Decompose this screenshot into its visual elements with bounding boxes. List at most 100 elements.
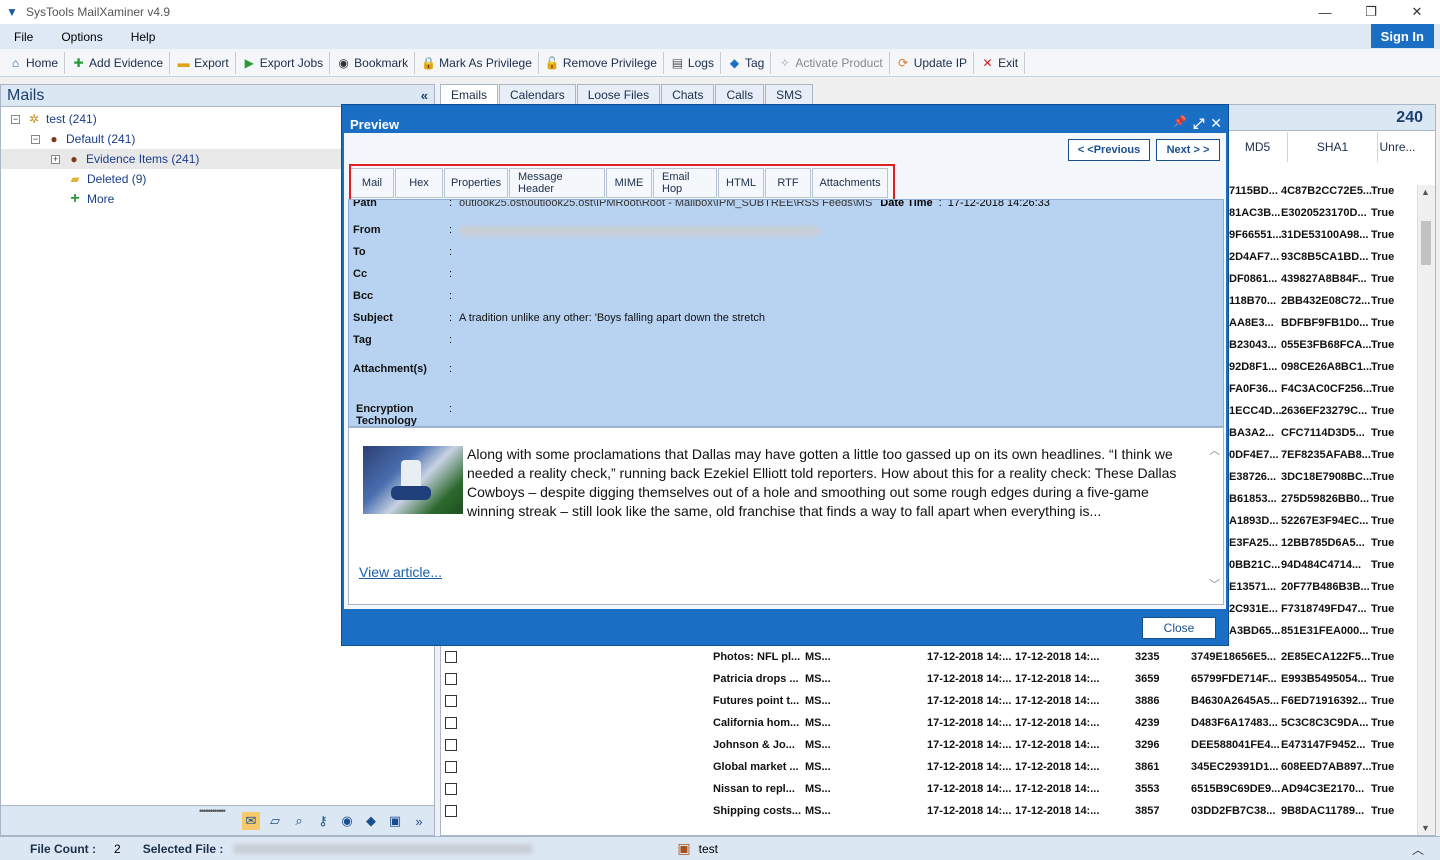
grid-scrollbar[interactable]: ▲ ▼ (1417, 185, 1435, 835)
tab-loose-files[interactable]: Loose Files (576, 84, 661, 104)
chevron-down-icon[interactable]: ﹀ (1209, 576, 1220, 592)
home-button[interactable]: ⌂ Home (2, 51, 66, 74)
next-button[interactable]: Next > > (1156, 139, 1220, 161)
update-ip-button[interactable]: ⟳ Update IP (890, 51, 975, 74)
scroll-thumb[interactable] (1421, 221, 1431, 265)
row-checkbox[interactable] (445, 739, 457, 751)
table-cell-sha1: E473147F9452... (1281, 739, 1366, 751)
table-cell-sha1: E993B5495054... (1281, 673, 1367, 685)
mail-view-icon[interactable]: ✉ (242, 812, 260, 830)
scroll-down-icon[interactable]: ▼ (1421, 823, 1430, 833)
tree-item-deleted[interactable]: ▰ Deleted (9) (67, 169, 146, 189)
expand-icon[interactable]: ⤢ (1193, 115, 1204, 132)
date-time-label: Date Time (880, 199, 933, 209)
column-header-unread[interactable]: Unre... (1377, 132, 1417, 162)
add-evidence-button[interactable]: ✚ Add Evidence (65, 51, 171, 74)
table-cell: True (1371, 251, 1395, 263)
table-cell-unread: True (1371, 783, 1395, 795)
bookmark-button[interactable]: ◉ Bookmark (330, 51, 416, 74)
key-view-icon[interactable]: ⚷ (314, 812, 332, 830)
table-cell: True (1371, 383, 1395, 395)
field-bcc: Bcc : (353, 290, 453, 302)
lock-icon: 🔒 (421, 55, 437, 70)
table-cell: 275D59826BB0... (1281, 493, 1370, 505)
table-row[interactable]: Patricia drops ... MS... 17-12-2018 14:...… (441, 669, 1417, 691)
more-options-icon[interactable]: » (410, 812, 428, 830)
scroll-up-icon[interactable]: ▲ (1421, 187, 1430, 197)
previous-button[interactable]: < <Previous (1068, 139, 1150, 161)
search-icon[interactable]: ⌕ (290, 812, 308, 830)
table-row[interactable]: Johnson & Jo... MS... 17-12-2018 14:... 17-… (441, 735, 1417, 757)
table-cell: 9F66551... (1229, 229, 1282, 241)
menu-help[interactable]: Help (117, 30, 170, 44)
sign-in-button[interactable]: Sign In (1370, 24, 1434, 48)
row-checkbox[interactable] (445, 761, 457, 773)
column-header-sha1[interactable]: SHA1 (1287, 132, 1377, 162)
table-cell: 93C8B5CA1BD... (1281, 251, 1369, 263)
table-cell: 7115BD... (1229, 185, 1278, 197)
table-row[interactable]: Global market ... MS... 17-12-2018 14:... 1… (441, 757, 1417, 779)
collapse-toggle[interactable]: − (11, 114, 20, 124)
row-checkbox[interactable] (445, 805, 457, 817)
row-checkbox[interactable] (445, 783, 457, 795)
row-checkbox[interactable] (445, 695, 457, 707)
table-row[interactable]: Nissan to repl... MS... 17-12-2018 14:... 1… (441, 779, 1417, 801)
tab-sms[interactable]: SMS (765, 84, 814, 104)
export-button[interactable]: ▬ Export (170, 51, 236, 74)
table-cell: True (1371, 581, 1395, 593)
table-row[interactable]: California hom... MS... 17-12-2018 14:... 1… (441, 713, 1417, 735)
tree-item-default[interactable]: − ● Default (241) (31, 129, 135, 149)
close-window-button[interactable]: ✕ (1394, 0, 1440, 24)
activate-product-button[interactable]: ✧ Activate Product (771, 51, 890, 74)
table-cell-received: 17-12-2018 14:... (1015, 805, 1100, 817)
table-cell-unread: True (1371, 651, 1395, 663)
remove-privilege-button[interactable]: 🔓 Remove Privilege (539, 51, 664, 74)
expand-toggle[interactable]: + (51, 154, 60, 164)
menu-file[interactable]: File (0, 30, 47, 44)
close-preview-icon[interactable]: ✕ (1210, 115, 1222, 132)
tree-item-more[interactable]: + More (67, 189, 114, 209)
folder-view-icon[interactable]: ▱ (266, 812, 284, 830)
tab-emails[interactable]: Emails (440, 84, 499, 104)
restore-button[interactable]: ❐ (1348, 0, 1394, 24)
email-count: 240 (1396, 109, 1423, 126)
table-cell-subject: Photos: NFL pl... (713, 651, 801, 663)
eye-view-icon[interactable]: ◉ (338, 812, 356, 830)
table-cell: 94D484C4714... (1281, 559, 1362, 571)
export-jobs-button[interactable]: ▶ Export Jobs (236, 51, 331, 74)
tab-calendars[interactable]: Calendars (499, 84, 576, 104)
row-checkbox[interactable] (445, 651, 457, 663)
menu-options[interactable]: Options (47, 30, 116, 44)
tag-button[interactable]: ◆ Tag (721, 51, 772, 74)
table-cell: A3BD65... (1229, 625, 1281, 637)
collapse-panel-button[interactable]: « (421, 88, 428, 103)
row-checkbox[interactable] (445, 673, 457, 685)
tab-calls[interactable]: Calls (715, 84, 765, 104)
chevron-up-icon[interactable]: ︿ (1412, 841, 1424, 858)
column-header-md5[interactable]: MD5 (1227, 132, 1287, 162)
table-row[interactable]: Shipping costs... MS... 17-12-2018 14:... 1… (441, 801, 1417, 823)
collapse-toggle[interactable]: − (31, 134, 40, 144)
mark-as-privilege-button[interactable]: 🔒 Mark As Privilege (415, 51, 539, 74)
tab-chats[interactable]: Chats (661, 84, 715, 104)
menu-bar: File Options Help (0, 24, 1440, 49)
tag-view-icon[interactable]: ◆ (362, 812, 380, 830)
table-row[interactable]: Futures point t... MS... 17-12-2018 14:...… (441, 691, 1417, 713)
window-title: SysTools MailXaminer v4.9 (26, 5, 171, 19)
table-cell-received: 17-12-2018 14:... (1015, 761, 1100, 773)
minimize-button[interactable]: — (1302, 0, 1348, 24)
row-checkbox[interactable] (445, 717, 457, 729)
briefcase-view-icon[interactable]: ▣ (386, 812, 404, 830)
pin-icon[interactable]: 📌 (1173, 115, 1187, 132)
table-cell-sent: 17-12-2018 14:... (927, 695, 1012, 707)
exit-button[interactable]: ✕ Exit (974, 51, 1026, 74)
table-cell-unread: True (1371, 761, 1395, 773)
close-button[interactable]: Close (1142, 617, 1216, 639)
resize-grip[interactable]: •••••••••••• (199, 806, 226, 816)
chevron-up-icon[interactable]: ︿ (1209, 442, 1220, 458)
logs-button[interactable]: ▤ Logs (664, 51, 721, 74)
tree-item-test[interactable]: − ✲ test (241) (11, 109, 97, 129)
body-scrollbar[interactable]: ︿ ﹀ (1209, 442, 1220, 592)
view-article-link[interactable]: View article... (359, 564, 442, 580)
table-row[interactable]: Photos: NFL pl... MS... 17-12-2018 14:... 1… (441, 647, 1417, 669)
